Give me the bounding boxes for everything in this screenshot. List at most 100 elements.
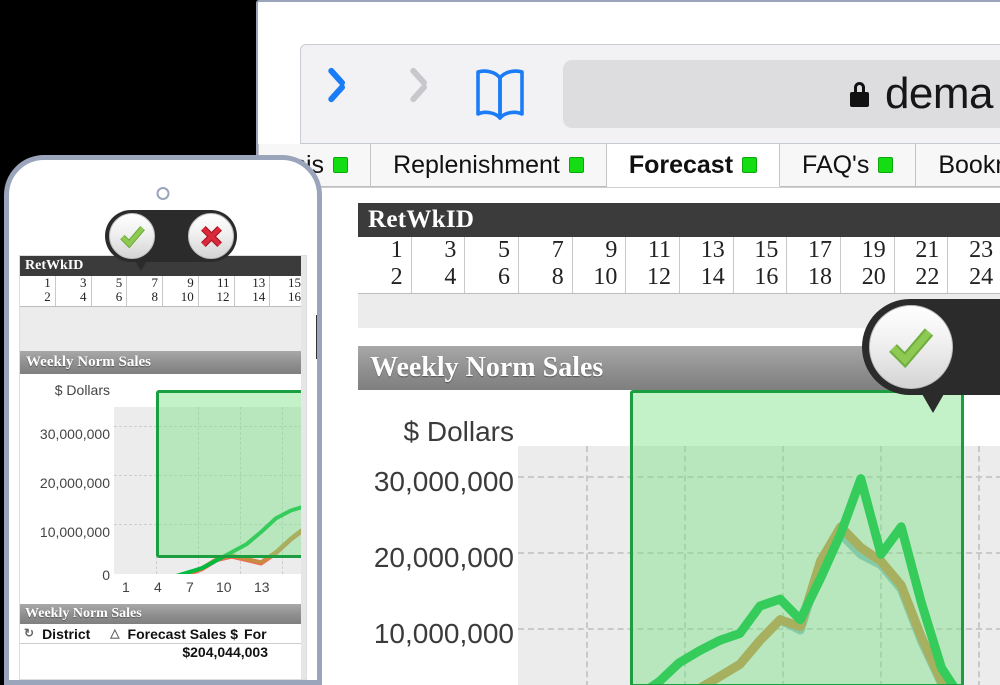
retwkid-cell[interactable]: 56 — [92, 275, 128, 306]
tab-faq-s[interactable]: FAQ's — [780, 144, 917, 187]
retwkid-value: 10 — [180, 289, 194, 305]
y-axis-label: $ Dollars — [403, 416, 514, 447]
phone-y-axis-label: $ Dollars — [54, 381, 110, 398]
y-tick-30m: 30,000,000 — [373, 466, 514, 497]
phone-chart-y-axis: $ Dollars 30,000,000 20,000,000 10,000,0… — [20, 374, 112, 604]
callout-tail — [918, 387, 948, 413]
refresh-icon[interactable]: ↻ — [24, 626, 34, 642]
phone-confirm-button[interactable] — [109, 213, 155, 259]
app-body: RetWkID 1 2 3 4 5 6 7 8 9 10 11 12 13 14 15 16 17 18 19 20 2… — [258, 188, 1000, 685]
phone-confirm-cancel-callout — [105, 210, 237, 271]
retwkid-value: 14 — [252, 289, 266, 305]
app-tab-bar: ysisReplenishmentForecastFAQ'sBookmarks — [258, 144, 1000, 188]
retwkid-value: 13 — [252, 275, 266, 290]
green-check-icon — [889, 328, 934, 369]
phone-camera-icon — [156, 187, 170, 200]
phone-section-title: Weekly Norm Sales — [20, 350, 306, 374]
retwkid-cell[interactable]: 13 14 — [235, 275, 271, 306]
tab-replenishment[interactable]: Replenishment — [371, 144, 607, 187]
phone-x-tick-10: 10 — [216, 578, 232, 595]
retwkid-value: 17 — [808, 237, 833, 263]
retwkid-value: 7 — [551, 237, 564, 263]
retwkid-value: 4 — [80, 289, 87, 305]
retwkid-cell[interactable]: 9 10 — [163, 275, 199, 306]
tab-label: Replenishment — [393, 150, 560, 179]
chart-selection-box[interactable] — [630, 390, 964, 685]
retwkid-value: 1 — [44, 275, 51, 290]
phone-column-forecast-trunc[interactable]: For — [244, 626, 267, 642]
retwkid-cell[interactable]: 9 10 — [573, 237, 627, 293]
address-bar[interactable]: dema — [563, 60, 1000, 128]
red-x-icon — [200, 225, 222, 247]
phone-side-button[interactable] — [316, 315, 317, 359]
retwkid-cell[interactable]: 34 — [56, 275, 92, 306]
forward-button[interactable] — [383, 59, 443, 129]
retwkid-cell[interactable]: 12 — [358, 237, 412, 293]
retwkid-header: RetWkID — [358, 203, 1000, 237]
retwkid-value: 3 — [80, 275, 87, 290]
retwkid-value: 20 — [861, 263, 886, 290]
retwkid-cell[interactable]: 34 — [412, 237, 466, 293]
phone-y-tick-30m: 30,000,000 — [39, 425, 110, 442]
retwkid-value: 16 — [754, 263, 779, 290]
back-button[interactable] — [323, 59, 383, 129]
lock-icon — [849, 81, 869, 107]
phone-y-tick-20m: 20,000,000 — [39, 474, 110, 491]
chart-y-axis: $ Dollars 30,000,000 20,000,000 10,000,0… — [358, 390, 514, 685]
tab-bookmarks[interactable]: Bookmarks — [916, 144, 1000, 187]
y-tick-20m: 20,000,000 — [373, 542, 514, 573]
retwkid-cell[interactable]: 23 24 — [948, 237, 1000, 293]
phone-cancel-button[interactable] — [188, 213, 234, 259]
tab-forecast[interactable]: Forecast — [606, 144, 781, 187]
retwkid-cell[interactable]: 11 12 — [626, 237, 681, 293]
retwkid-value: 22 — [915, 263, 940, 290]
status-dot-green — [742, 157, 758, 173]
retwkid-value: 2 — [390, 263, 403, 290]
retwkid-value: 5 — [498, 237, 511, 263]
status-dot-green — [878, 157, 894, 173]
retwkid-value: 15 — [754, 237, 779, 263]
phone-x-tick-4: 4 — [154, 578, 162, 595]
retwkid-cell[interactable]: 56 — [465, 237, 520, 293]
retwkid-value: 1 — [390, 237, 403, 263]
retwkid-cell[interactable]: 13 14 — [680, 237, 734, 293]
phone-vertical-scrollbar[interactable] — [301, 256, 306, 679]
retwkid-cell[interactable]: 19 20 — [841, 237, 895, 293]
retwkid-cell[interactable]: 15 16 — [734, 237, 788, 293]
phone-y-tick-0: 0 — [102, 566, 110, 583]
phone-column-district[interactable]: District — [42, 626, 90, 642]
phone-table-row-value: $204,044,003 — [182, 643, 268, 660]
retwkid-value: 8 — [551, 263, 564, 290]
retwkid-value: 4 — [444, 263, 457, 290]
retwkid-value: 19 — [861, 237, 886, 263]
phone-x-tick-13: 13 — [254, 578, 270, 595]
retwkid-cell[interactable]: 78 — [519, 237, 573, 293]
phone-screen: RetWkID 1 2 3 4 5 6 7 8 9 10 11 12 13 14 15 16 Weekly N… — [19, 255, 307, 680]
y-tick-10m: 10,000,000 — [373, 618, 514, 649]
retwkid-cell[interactable]: 78 — [127, 275, 163, 306]
retwkid-cell[interactable]: 21 22 — [895, 237, 949, 293]
phone-column-forecast-sales[interactable]: Forecast Sales $ — [128, 626, 239, 642]
phone-device: RetWkID 1 2 3 4 5 6 7 8 9 10 11 12 13 14 15 16 Weekly N… — [4, 155, 322, 685]
retwkid-value: 7 — [151, 275, 159, 290]
phone-callout-tail — [133, 257, 149, 271]
retwkid-value: 24 — [969, 263, 994, 290]
phone-x-tick-7: 7 — [186, 578, 194, 595]
status-dot-green — [333, 157, 349, 173]
bookmarks-button[interactable] — [471, 66, 529, 122]
retwkid-value: 3 — [444, 237, 457, 263]
open-book-icon — [476, 69, 524, 120]
retwkid-value: 21 — [915, 237, 940, 263]
confirm-cancel-callout — [862, 299, 1000, 413]
sort-ascending-icon[interactable]: △ — [110, 626, 119, 642]
retwkid-value: 9 — [605, 237, 618, 263]
retwkid-cell[interactable]: 11 12 — [199, 275, 235, 306]
retwkid-value: 8 — [151, 289, 159, 305]
retwkid-grid: 1 2 3 4 5 6 7 8 9 10 11 12 13 14 15 16 17 18 19 20 21 22 23 24 — [358, 237, 1000, 294]
chevron-left-icon — [340, 72, 366, 116]
retwkid-cell[interactable]: 17 18 — [787, 237, 842, 293]
confirm-button[interactable] — [869, 305, 953, 389]
retwkid-value: 16 — [288, 289, 301, 305]
retwkid-cell[interactable]: 12 — [20, 275, 56, 306]
phone-chart-selection-box[interactable] — [156, 389, 306, 558]
